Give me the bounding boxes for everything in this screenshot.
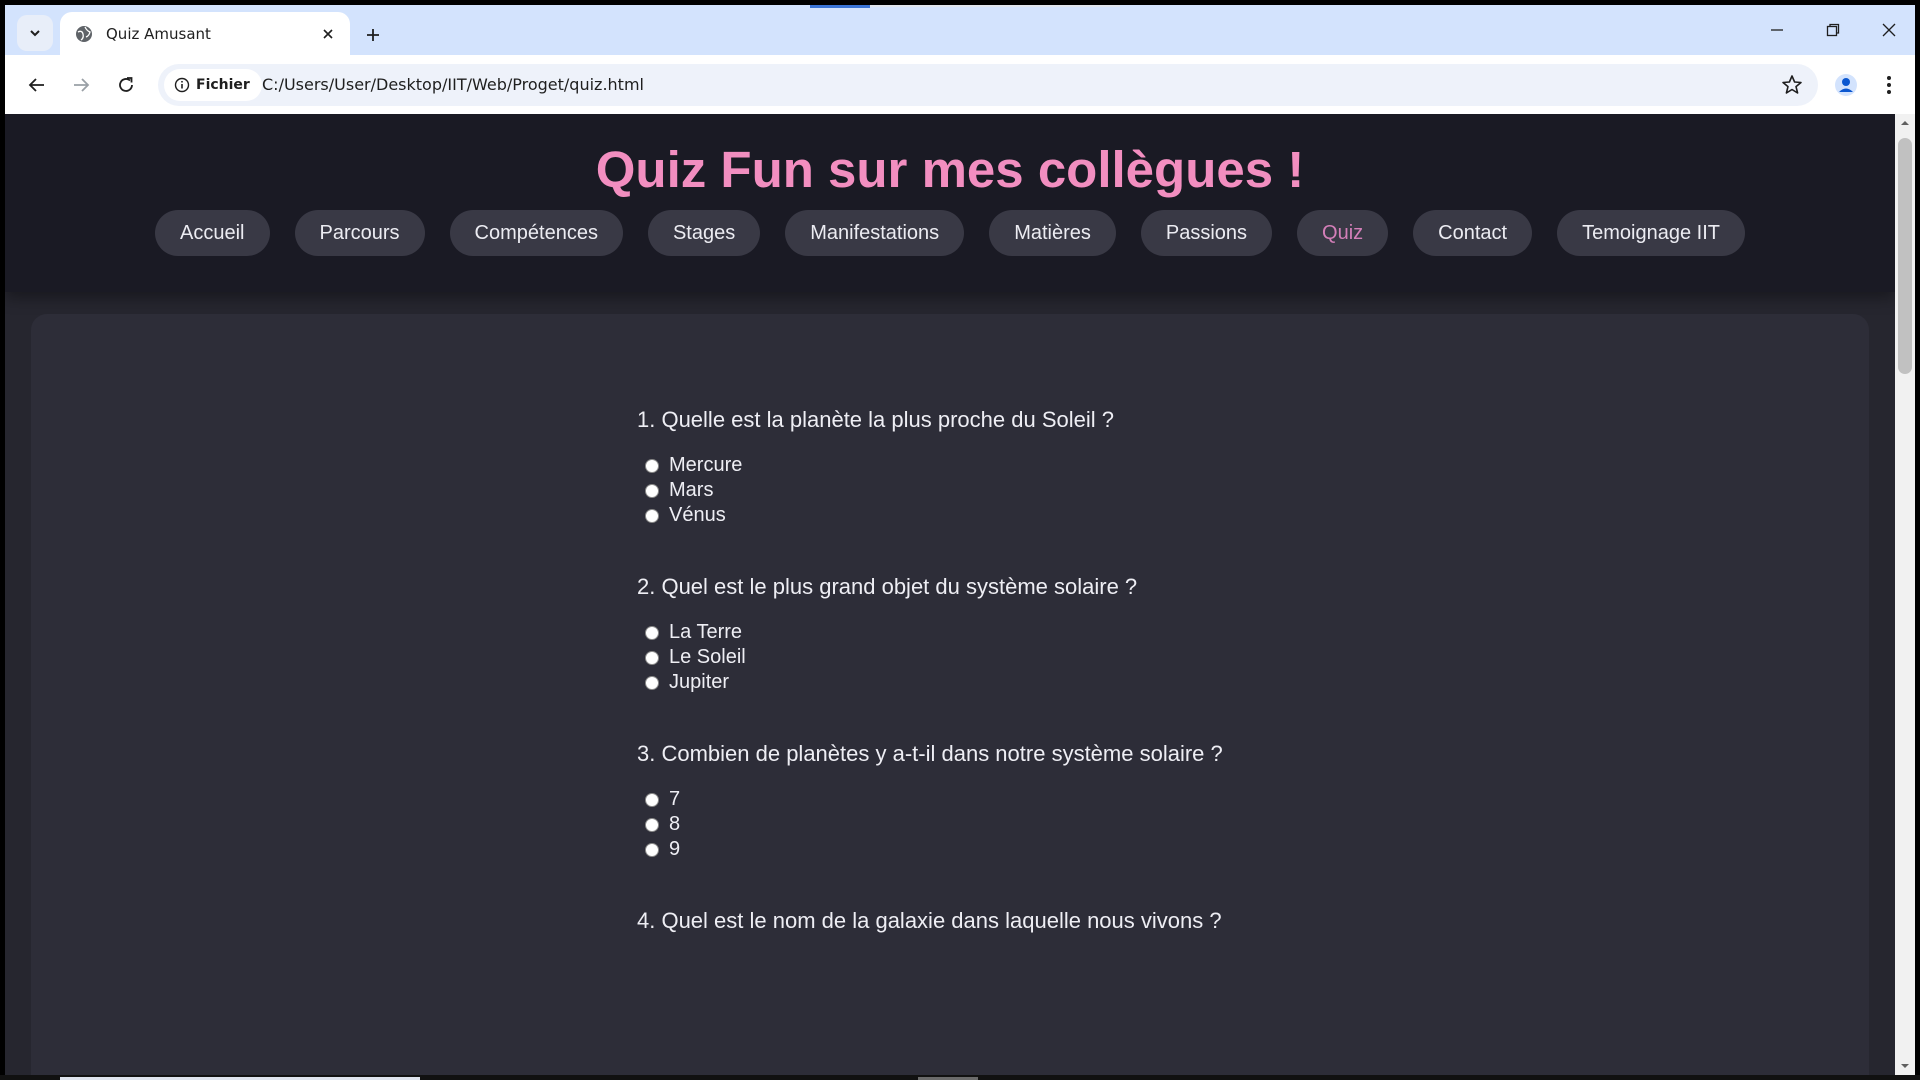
- site-nav: Accueil Parcours Compétences Stages Mani…: [5, 210, 1895, 256]
- nav-item-matieres[interactable]: Matières: [989, 210, 1116, 256]
- security-chip-label: Fichier: [196, 77, 250, 93]
- answer-option[interactable]: 7: [637, 787, 1277, 812]
- radio-button[interactable]: [645, 483, 659, 498]
- restore-button[interactable]: [1813, 13, 1853, 47]
- kebab-menu-icon: [1887, 76, 1891, 94]
- tab-search-button[interactable]: [17, 15, 53, 51]
- option-label: Mercure: [669, 454, 743, 476]
- option-label: La Terre: [669, 621, 743, 643]
- nav-item-stages[interactable]: Stages: [647, 210, 761, 256]
- answer-option[interactable]: Vénus: [637, 503, 1277, 528]
- nav-item-quiz[interactable]: Quiz: [1297, 210, 1389, 256]
- reload-button[interactable]: [108, 67, 144, 103]
- answer-option[interactable]: 8: [637, 812, 1277, 837]
- answer-option[interactable]: Mercure: [637, 453, 1277, 478]
- taskbar-edge: [0, 1075, 1920, 1080]
- tab-indicator: [810, 5, 870, 8]
- question-text: 2. Quel est le plus grand objet du systè…: [637, 574, 1138, 599]
- new-tab-button[interactable]: [357, 19, 389, 51]
- profile-icon: [1835, 74, 1857, 96]
- scrollbar-thumb[interactable]: [1898, 138, 1912, 374]
- question-text: 1. Quelle est la planète la plus proche …: [637, 407, 1114, 432]
- back-button[interactable]: [19, 67, 55, 103]
- question-4: 4. Quel est le nom de la galaxie dans la…: [637, 902, 1277, 940]
- radio-button[interactable]: [645, 817, 659, 832]
- nav-item-parcours[interactable]: Parcours: [294, 210, 425, 256]
- quiz-form: 1. Quelle est la planète la plus proche …: [637, 401, 1277, 980]
- question-3: 3. Combien de planètes y a-t-il dans not…: [637, 735, 1277, 862]
- arrow-right-icon: [74, 78, 90, 92]
- address-bar[interactable]: Fichier C:/Users/User/Desktop/IIT/Web/Pr…: [158, 64, 1818, 106]
- page-viewport: Quiz Fun sur mes collègues ! Accueil Par…: [5, 114, 1915, 1075]
- bookmark-star-icon[interactable]: [1780, 73, 1804, 97]
- question-1: 1. Quelle est la planète la plus proche …: [637, 401, 1277, 528]
- restore-icon: [1826, 23, 1840, 37]
- tab-strip: Quiz Amusant: [5, 5, 1915, 55]
- url-text[interactable]: C:/Users/User/Desktop/IIT/Web/Proget/qui…: [262, 64, 644, 106]
- question-text: 3. Combien de planètes y a-t-il dans not…: [637, 741, 1223, 766]
- option-label: Vénus: [669, 504, 726, 526]
- page-scrollbar[interactable]: [1895, 114, 1915, 1075]
- radio-button[interactable]: [645, 625, 659, 640]
- radio-button[interactable]: [645, 792, 659, 807]
- site-header: Quiz Fun sur mes collègues ! Accueil Par…: [5, 114, 1895, 292]
- answer-option[interactable]: Jupiter: [637, 670, 1277, 695]
- answer-option[interactable]: Mars: [637, 478, 1277, 503]
- browser-tab[interactable]: Quiz Amusant: [60, 12, 350, 55]
- option-label: 7: [669, 788, 681, 810]
- option-label: Jupiter: [669, 671, 730, 693]
- answer-option[interactable]: La Terre: [637, 620, 1277, 645]
- answer-option[interactable]: Le Soleil: [637, 645, 1277, 670]
- tab-indicator-track: [870, 5, 1120, 7]
- arrow-left-icon: [28, 78, 44, 92]
- scroll-up-arrow-icon[interactable]: [1900, 118, 1910, 128]
- browser-menu-button[interactable]: [1873, 67, 1905, 103]
- nav-item-temoignage-iit[interactable]: Temoignage IIT: [1557, 210, 1745, 256]
- radio-button[interactable]: [645, 458, 659, 473]
- radio-button[interactable]: [645, 508, 659, 523]
- question-text: 4. Quel est le nom de la galaxie dans la…: [637, 908, 1222, 933]
- scroll-down-arrow-icon[interactable]: [1900, 1061, 1910, 1071]
- browser-toolbar: Fichier C:/Users/User/Desktop/IIT/Web/Pr…: [5, 55, 1915, 114]
- nav-item-manifestations[interactable]: Manifestations: [785, 210, 965, 256]
- plus-icon: [367, 29, 379, 41]
- radio-button[interactable]: [645, 675, 659, 690]
- option-label: Le Soleil: [669, 646, 746, 668]
- browser-window: Quiz Amusant Fichier C:/Users/User/Deskt…: [5, 5, 1915, 1075]
- close-icon: [1882, 23, 1896, 37]
- answer-option[interactable]: 9: [637, 837, 1277, 862]
- close-window-button[interactable]: [1869, 13, 1909, 47]
- nav-item-contact[interactable]: Contact: [1413, 210, 1533, 256]
- close-tab-icon[interactable]: [318, 24, 338, 44]
- radio-button[interactable]: [645, 842, 659, 857]
- nav-item-passions[interactable]: Passions: [1140, 210, 1273, 256]
- site-info-chip[interactable]: Fichier: [164, 69, 262, 101]
- nav-item-accueil[interactable]: Accueil: [155, 210, 270, 256]
- globe-icon: [76, 25, 92, 42]
- reload-icon: [119, 77, 133, 92]
- forward-button[interactable]: [63, 67, 99, 103]
- radio-button[interactable]: [645, 650, 659, 665]
- chevron-down-icon: [30, 30, 40, 37]
- tab-title: Quiz Amusant: [106, 24, 211, 43]
- option-label: 8: [669, 813, 681, 835]
- profile-button[interactable]: [1828, 67, 1864, 103]
- nav-item-competences[interactable]: Compétences: [449, 210, 623, 256]
- option-label: 9: [669, 838, 681, 860]
- info-icon: [174, 77, 190, 93]
- question-2: 2. Quel est le plus grand objet du systè…: [637, 568, 1277, 695]
- minimize-icon: [1771, 29, 1783, 31]
- option-label: Mars: [669, 479, 714, 501]
- site-title: Quiz Fun sur mes collègues !: [595, 141, 1305, 198]
- minimize-button[interactable]: [1757, 13, 1797, 47]
